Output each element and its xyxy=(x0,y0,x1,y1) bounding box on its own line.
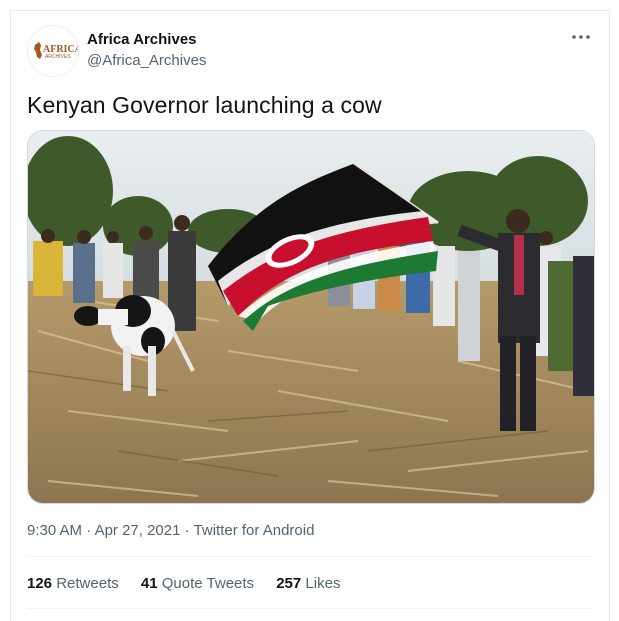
more-horizontal-icon[interactable] xyxy=(569,29,593,45)
retweets-label: Retweets xyxy=(56,575,119,592)
retweets-count: 126 xyxy=(27,575,53,592)
quote-tweets-count: 41 xyxy=(140,575,158,592)
likes-count: 257 xyxy=(276,575,302,592)
tweet-photo[interactable] xyxy=(27,130,595,504)
africa-archives-logo: AFRICA ARCHIVES xyxy=(28,26,78,76)
photo-governor-flag-cow xyxy=(28,131,594,503)
author-handle[interactable]: @Africa_Archives xyxy=(87,52,206,69)
tweet-header: AFRICA ARCHIVES Africa Archives @Africa_… xyxy=(27,25,593,77)
tweet-date[interactable]: Apr 27, 2021 xyxy=(95,522,181,539)
tweet-meta: 9:30 AM · Apr 27, 2021 · Twitter for And… xyxy=(27,522,314,539)
divider xyxy=(27,556,593,557)
meta-separator: · xyxy=(86,522,92,539)
tweet-time[interactable]: 9:30 AM xyxy=(27,522,82,539)
quote-tweets-label: Quote Tweets xyxy=(161,575,255,592)
quote-tweets-stat[interactable]: 41 Quote Tweets xyxy=(141,575,254,592)
tweet-source[interactable]: Twitter for Android xyxy=(194,522,315,539)
retweets-stat[interactable]: 126 Retweets xyxy=(27,575,119,592)
svg-text:ARCHIVES: ARCHIVES xyxy=(45,54,71,60)
avatar[interactable]: AFRICA ARCHIVES xyxy=(27,25,79,77)
likes-stat[interactable]: 257 Likes xyxy=(276,575,340,592)
tweet-stats: 126 Retweets 41 Quote Tweets 257 Likes xyxy=(27,575,358,592)
likes-label: Likes xyxy=(305,575,341,592)
tweet-text: Kenyan Governor launching a cow xyxy=(27,92,382,118)
author-name[interactable]: Africa Archives xyxy=(87,31,197,48)
tweet-card: AFRICA ARCHIVES Africa Archives @Africa_… xyxy=(10,10,610,621)
divider xyxy=(27,608,593,609)
meta-separator: · xyxy=(184,522,190,539)
